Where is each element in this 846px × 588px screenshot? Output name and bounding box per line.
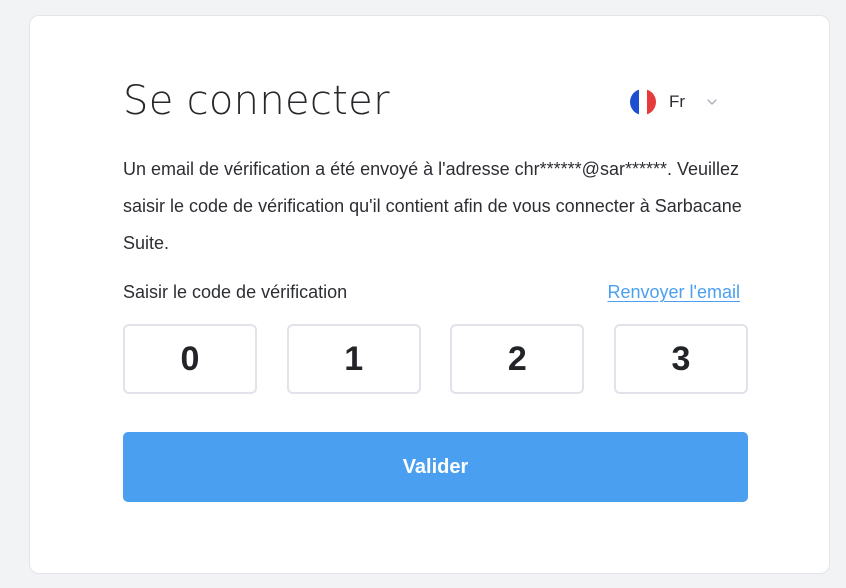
code-digit-4[interactable] xyxy=(613,324,748,394)
verification-description: Un email de vérification a été envoyé à … xyxy=(123,159,742,253)
language-label: Fr xyxy=(669,92,686,111)
code-digit-2[interactable] xyxy=(286,324,421,394)
code-digit-3[interactable] xyxy=(450,324,585,394)
resend-email-link[interactable]: Renvoyer l'email xyxy=(608,280,741,304)
login-card: Se connecter Fr Un email de vérification… xyxy=(29,15,830,574)
code-label: Saisir le code de vérification xyxy=(123,282,348,302)
chevron-down-icon xyxy=(707,97,717,107)
code-digit-1[interactable] xyxy=(123,324,257,394)
page-title: Se connecter xyxy=(123,78,390,124)
france-flag-icon xyxy=(630,89,656,115)
language-selector[interactable]: Fr xyxy=(630,89,717,115)
verification-code-inputs xyxy=(123,324,748,394)
submit-button[interactable]: Valider xyxy=(123,432,748,502)
